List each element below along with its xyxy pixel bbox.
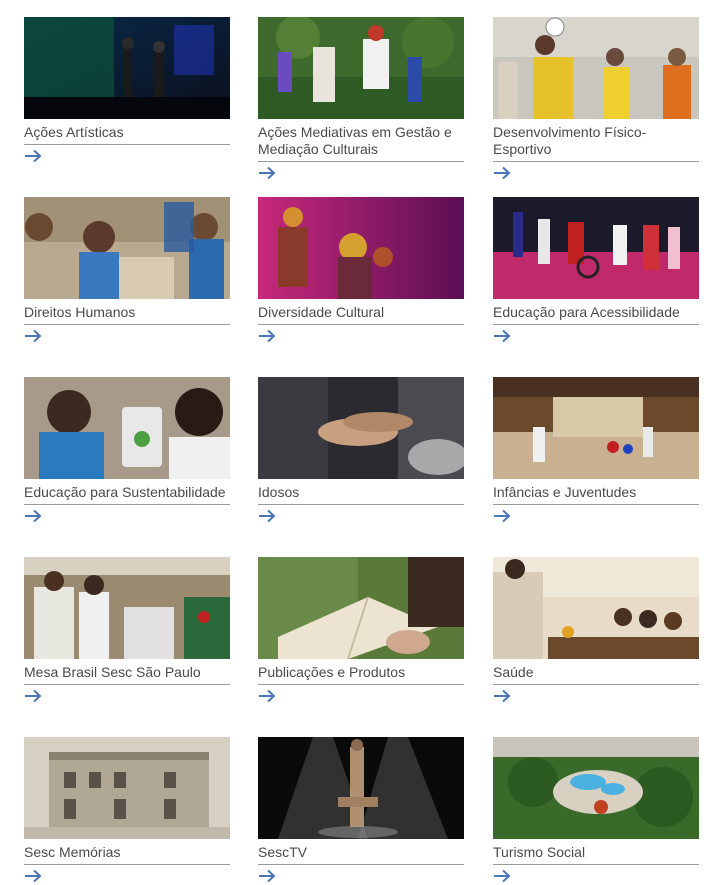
card-title[interactable]: Publicações e Produtos: [258, 664, 464, 685]
card-title[interactable]: Infâncias e Juventudes: [493, 484, 699, 505]
card-direitos-humanos[interactable]: Direitos Humanos: [24, 197, 230, 343]
arrow-right-icon[interactable]: [24, 689, 42, 703]
card-image[interactable]: [493, 197, 699, 299]
card-image[interactable]: [493, 737, 699, 839]
arrow-right-icon[interactable]: [493, 329, 511, 343]
card-title[interactable]: Educação para Sustentabilidade: [24, 484, 230, 505]
card-saude[interactable]: Saúde: [493, 557, 699, 703]
card-title[interactable]: SescTV: [258, 844, 464, 865]
card-title[interactable]: Educação para Acessibilidade: [493, 304, 699, 325]
arrow-right-icon[interactable]: [24, 869, 42, 883]
card-title[interactable]: Saúde: [493, 664, 699, 685]
arrow-right-icon[interactable]: [493, 166, 511, 180]
card-image[interactable]: [493, 17, 699, 119]
card-image[interactable]: [24, 737, 230, 839]
card-acoes-artisticas[interactable]: Ações Artísticas: [24, 17, 230, 163]
card-acoes-mediativas[interactable]: Ações Mediativas em Gestão e Mediação Cu…: [258, 17, 464, 180]
card-image[interactable]: [24, 17, 230, 119]
card-title[interactable]: Idosos: [258, 484, 464, 505]
card-image[interactable]: [258, 557, 464, 659]
card-image[interactable]: [258, 197, 464, 299]
arrow-right-icon[interactable]: [24, 329, 42, 343]
card-desenvolvimento-fisico[interactable]: Desenvolvimento Físico-Esportivo: [493, 17, 699, 180]
card-diversidade-cultural[interactable]: Diversidade Cultural: [258, 197, 464, 343]
card-sesctv[interactable]: SescTV: [258, 737, 464, 883]
card-image[interactable]: [258, 17, 464, 119]
arrow-right-icon[interactable]: [258, 689, 276, 703]
card-infancias-juventudes[interactable]: Infâncias e Juventudes: [493, 377, 699, 523]
card-image[interactable]: [493, 557, 699, 659]
card-sesc-memorias[interactable]: Sesc Memórias: [24, 737, 230, 883]
card-publicacoes-produtos[interactable]: Publicações e Produtos: [258, 557, 464, 703]
card-title[interactable]: Sesc Memórias: [24, 844, 230, 865]
card-title[interactable]: Turismo Social: [493, 844, 699, 865]
program-grid: Ações Artísticas Ações Mediativas em Ges…: [0, 0, 723, 885]
arrow-right-icon[interactable]: [493, 689, 511, 703]
card-educacao-sustentabilidade[interactable]: Educação para Sustentabilidade: [24, 377, 230, 523]
arrow-right-icon[interactable]: [24, 509, 42, 523]
card-turismo-social[interactable]: Turismo Social: [493, 737, 699, 883]
card-title[interactable]: Mesa Brasil Sesc São Paulo: [24, 664, 230, 685]
card-image[interactable]: [24, 557, 230, 659]
card-image[interactable]: [258, 737, 464, 839]
arrow-right-icon[interactable]: [258, 329, 276, 343]
card-educacao-acessibilidade[interactable]: Educação para Acessibilidade: [493, 197, 699, 343]
arrow-right-icon[interactable]: [258, 509, 276, 523]
arrow-right-icon[interactable]: [258, 869, 276, 883]
card-image[interactable]: [24, 197, 230, 299]
card-title[interactable]: Diversidade Cultural: [258, 304, 464, 325]
card-title[interactable]: Desenvolvimento Físico-Esportivo: [493, 124, 699, 162]
card-title[interactable]: Direitos Humanos: [24, 304, 230, 325]
card-image[interactable]: [24, 377, 230, 479]
arrow-right-icon[interactable]: [258, 166, 276, 180]
card-mesa-brasil[interactable]: Mesa Brasil Sesc São Paulo: [24, 557, 230, 703]
card-image[interactable]: [258, 377, 464, 479]
arrow-right-icon[interactable]: [493, 869, 511, 883]
arrow-right-icon[interactable]: [24, 149, 42, 163]
card-title[interactable]: Ações Mediativas em Gestão e Mediação Cu…: [258, 124, 464, 162]
card-idosos[interactable]: Idosos: [258, 377, 464, 523]
card-image[interactable]: [493, 377, 699, 479]
card-title[interactable]: Ações Artísticas: [24, 124, 230, 145]
arrow-right-icon[interactable]: [493, 509, 511, 523]
